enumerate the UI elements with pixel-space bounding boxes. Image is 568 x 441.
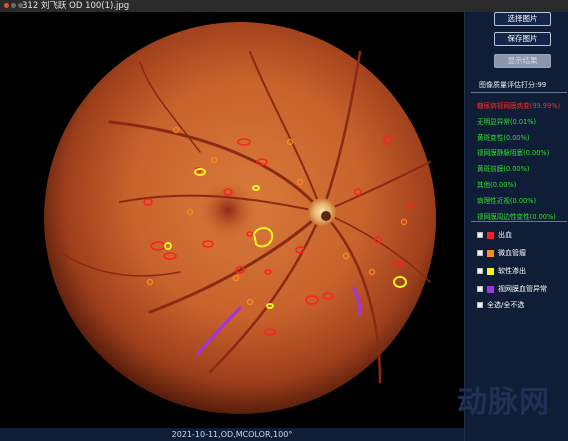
save-image-button[interactable]: 保存图片 [494, 32, 551, 46]
legend-label: 微血管瘤 [498, 249, 526, 257]
diagnosis-item: 黄斑变性(0.00%) [477, 133, 530, 142]
legend-color-swatch [487, 267, 494, 275]
select-all-checkbox[interactable] [477, 302, 483, 308]
diagnosis-item: 病理性近视(0.00%) [477, 196, 537, 205]
window-title: 312 刘飞跃 OD 100(1).jpg [22, 1, 130, 11]
show-result-button[interactable]: 显示结果 [494, 54, 551, 68]
legend-color-swatch [487, 285, 494, 293]
legend-checkbox[interactable] [477, 268, 483, 274]
watermark-logo: 动脉网 [457, 377, 550, 421]
diagnosis-item: 其他(0.00%) [477, 181, 517, 189]
diagnosis-item: 糖尿病视网膜病变(99.99%) [477, 102, 561, 110]
minimize-icon[interactable] [11, 3, 16, 8]
legend-label: 出血 [498, 231, 512, 239]
legend-item[interactable]: 出血 [477, 230, 512, 240]
legend-color-swatch [487, 231, 494, 239]
divider [471, 92, 567, 93]
optic-cup [321, 211, 331, 221]
fundus-image-viewer[interactable] [0, 12, 464, 428]
legend-item[interactable]: 视网膜血管异常 [477, 284, 547, 294]
diagnosis-item: 视网膜静脉阻塞(0.00%) [477, 149, 550, 158]
diagnosis-item: 黄斑前膜(0.00%) [477, 165, 530, 174]
legend-checkbox[interactable] [477, 232, 483, 238]
window-controls[interactable] [4, 3, 23, 8]
image-caption: 2021-10-11,OD,MCOLOR,100° [0, 428, 464, 441]
select-all-label: 全选/全不选 [487, 301, 525, 309]
fundus-image [44, 22, 436, 414]
result-panel: 选择图片 保存图片 显示结果 图像质量评估打分:99 糖尿病视网膜病变(99.9… [457, 12, 568, 441]
select-all-toggle[interactable]: 全选/全不选 [477, 300, 524, 310]
legend-label: 软性渗出 [498, 267, 526, 275]
diagnosis-item: 视网膜周边性变性(0.00%) [477, 212, 556, 221]
select-image-button[interactable]: 选择图片 [494, 12, 551, 26]
legend-color-swatch [487, 249, 494, 257]
close-icon[interactable] [4, 3, 9, 8]
legend-item[interactable]: 软性渗出 [477, 266, 526, 276]
legend-checkbox[interactable] [477, 286, 483, 292]
legend-label: 视网膜血管异常 [498, 285, 547, 293]
divider [471, 221, 567, 222]
legend-item[interactable]: 微血管瘤 [477, 248, 526, 258]
watermark-text: 动脉网 [457, 385, 550, 420]
diagnosis-item: 无明显异常(0.01%) [477, 117, 537, 126]
quality-score: 图像质量评估打分:99 [479, 81, 547, 89]
legend-checkbox[interactable] [477, 250, 483, 256]
optic-disc [308, 198, 336, 226]
